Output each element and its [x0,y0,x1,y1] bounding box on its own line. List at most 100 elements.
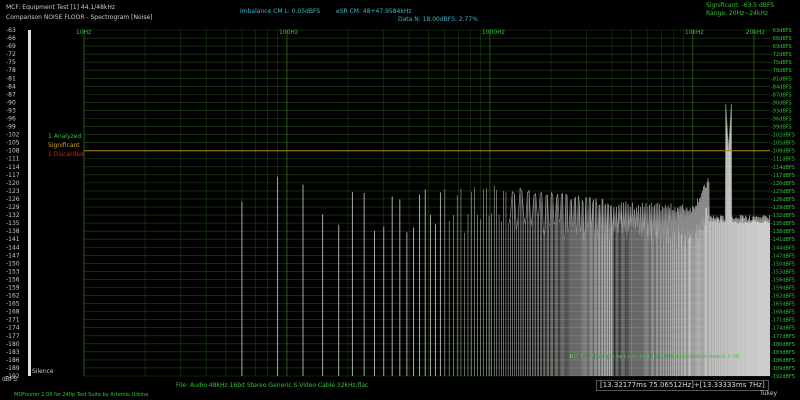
right-tick-label: -66dBFS [771,36,792,42]
right-tick-label: -183dBFS [771,350,795,356]
left-tick-label: -156 [6,276,20,283]
right-tick-label: -171dBFS [771,318,795,324]
left-tick-label: -183 [6,349,20,356]
left-tick-label: -129 [6,204,20,211]
right-tick-label: -123dBFS [771,189,795,195]
left-tick-label: -123 [6,188,20,195]
left-dbfs-scale: -63-66-69-72-75-78-81-84-87-90-93-96-99-… [6,27,31,380]
left-tick-label: -159 [6,284,20,291]
grid-horizontal [84,29,770,377]
freq-marker-label: 20kHz [746,29,765,36]
left-tick-label: -84 [6,83,16,90]
right-tick-label: -165dBFS [771,302,795,308]
left-tick-label: -108 [6,148,20,155]
range-label: Range: 20Hz~24kHz [706,10,769,17]
left-tick-label: -153 [6,268,20,275]
left-tick-label: -81 [6,75,16,82]
significant-threshold-label: Significant: -63.5 dBFS [706,2,775,9]
left-tick-label: -132 [6,212,20,219]
right-tick-label: -96dBFS [771,117,792,123]
right-tick-label: -126dBFS [771,197,795,203]
left-tick-label: -150 [6,260,20,267]
right-tick-label: -78dBFS [771,68,792,74]
right-tick-label: -105dBFS [771,141,795,147]
note-text: NOTE: CM sample rate calculated +1.0014 … [570,354,740,360]
right-tick-label: -108dBFS [771,149,795,155]
left-tick-label: -90 [6,99,16,106]
left-tick-label: -189 [6,365,20,372]
cursor-coordinates: [13.32177ms 75.06512Hz]+[13.33333ms 7Hz] [596,380,769,391]
left-tick-label: -117 [6,172,20,179]
left-tick-label: -87 [6,91,16,98]
freq-marker-label: 100Hz [279,29,298,36]
title-line: MCF: Equipment Test [1] 44.1/48kHz [6,4,116,11]
footer-credit: MDFourier 1.06 for 240p Test Suite by Ar… [14,392,149,398]
right-tick-label: -153dBFS [771,269,795,275]
right-tick-label: -147dBFS [771,253,795,259]
left-tick-label: -141 [6,236,20,243]
right-tick-label: -72dBFS [771,52,792,58]
right-tick-label: -168dBFS [771,310,795,316]
left-tick-label: -111 [6,156,20,163]
left-tick-label: -165 [6,301,20,308]
left-tick-label: -105 [6,140,20,147]
left-tick-label: -186 [6,357,20,364]
left-tick-label: -162 [6,293,20,300]
freq-marker-label: 1000Hz [482,29,505,36]
right-tick-label: -138dBFS [771,229,795,235]
right-tick-label: -177dBFS [771,334,795,340]
left-tick-label: -144 [6,244,20,251]
subtitle-line: Comparison NOISE FLOOR - Spectrogram [No… [6,14,153,21]
right-tick-label: -63dBFS [771,28,792,34]
right-tick-label: -69dBFS [771,44,792,50]
right-tick-label: -135dBFS [771,221,795,227]
right-tick-label: -84dBFS [771,84,792,90]
right-tick-label: -111dBFS [771,157,795,163]
right-tick-label: -102dBFS [771,133,795,139]
left-scale-bar [28,30,31,376]
left-tick-label: -168 [6,309,20,316]
imbalance-label: Imbalance CM L: 0.05dBFS [240,8,321,15]
data-line: Data N: 18.00dBFS: 2.77% [398,16,478,23]
right-tick-label: -162dBFS [771,294,795,300]
left-tick-label: -126 [6,196,20,203]
spectrogram-plot[interactable]: -63-66-69-72-75-78-81-84-87-90-93-96-99-… [0,0,800,400]
legend-significant: Significant [48,142,80,149]
right-dbfs-scale: -63dBFS -66dBFS -69dBFS -72dBFS -75dBFS -78dB… [771,28,795,380]
file-info: File: Audio 48kHz 16bit Stereo Generic S… [176,382,369,389]
right-tick-label: -99dBFS [771,125,792,131]
legend-analyzed: 1 Analyzed [48,133,82,140]
left-tick-label: -99 [6,124,16,131]
grid-vertical [83,30,755,376]
right-tick-label: -132dBFS [771,213,795,219]
left-tick-label: -120 [6,180,20,187]
left-tick-label: -66 [6,35,16,42]
legend-discarded: 1 Discarded [48,151,84,158]
right-tick-label: -180dBFS [771,342,795,348]
left-tick-label: -138 [6,228,20,235]
left-tick-label: -177 [6,333,20,340]
right-tick-label: -87dBFS [771,92,792,98]
left-tick-label: -93 [6,107,16,114]
left-tick-label: -135 [6,220,20,227]
right-tick-label: -189dBFS [771,366,795,372]
left-tick-label: -75 [6,59,16,66]
left-tick-label: -147 [6,252,20,259]
left-tick-label: -63 [6,27,16,34]
left-tick-label: -114 [6,164,20,171]
right-tick-label: -129dBFS [771,205,795,211]
freq-marker-label: 10Hz [76,29,91,36]
right-tick-label: -81dBFS [771,76,792,82]
left-tick-label: -171 [6,317,20,324]
right-tick-label: -120dBFS [771,181,795,187]
right-tick-label: -144dBFS [771,245,795,251]
right-tick-label: -141dBFS [771,237,795,243]
left-tick-label: -180 [6,341,20,348]
right-tick-label: -75dBFS [771,60,792,66]
right-tick-label: -150dBFS [771,261,795,267]
silence-label: Silence [32,368,54,375]
right-tick-label: -174dBFS [771,326,795,332]
spectrum-bars [241,104,771,376]
right-tick-label: -90dBFS [771,100,792,106]
right-tick-label: -159dBFS [771,285,795,291]
